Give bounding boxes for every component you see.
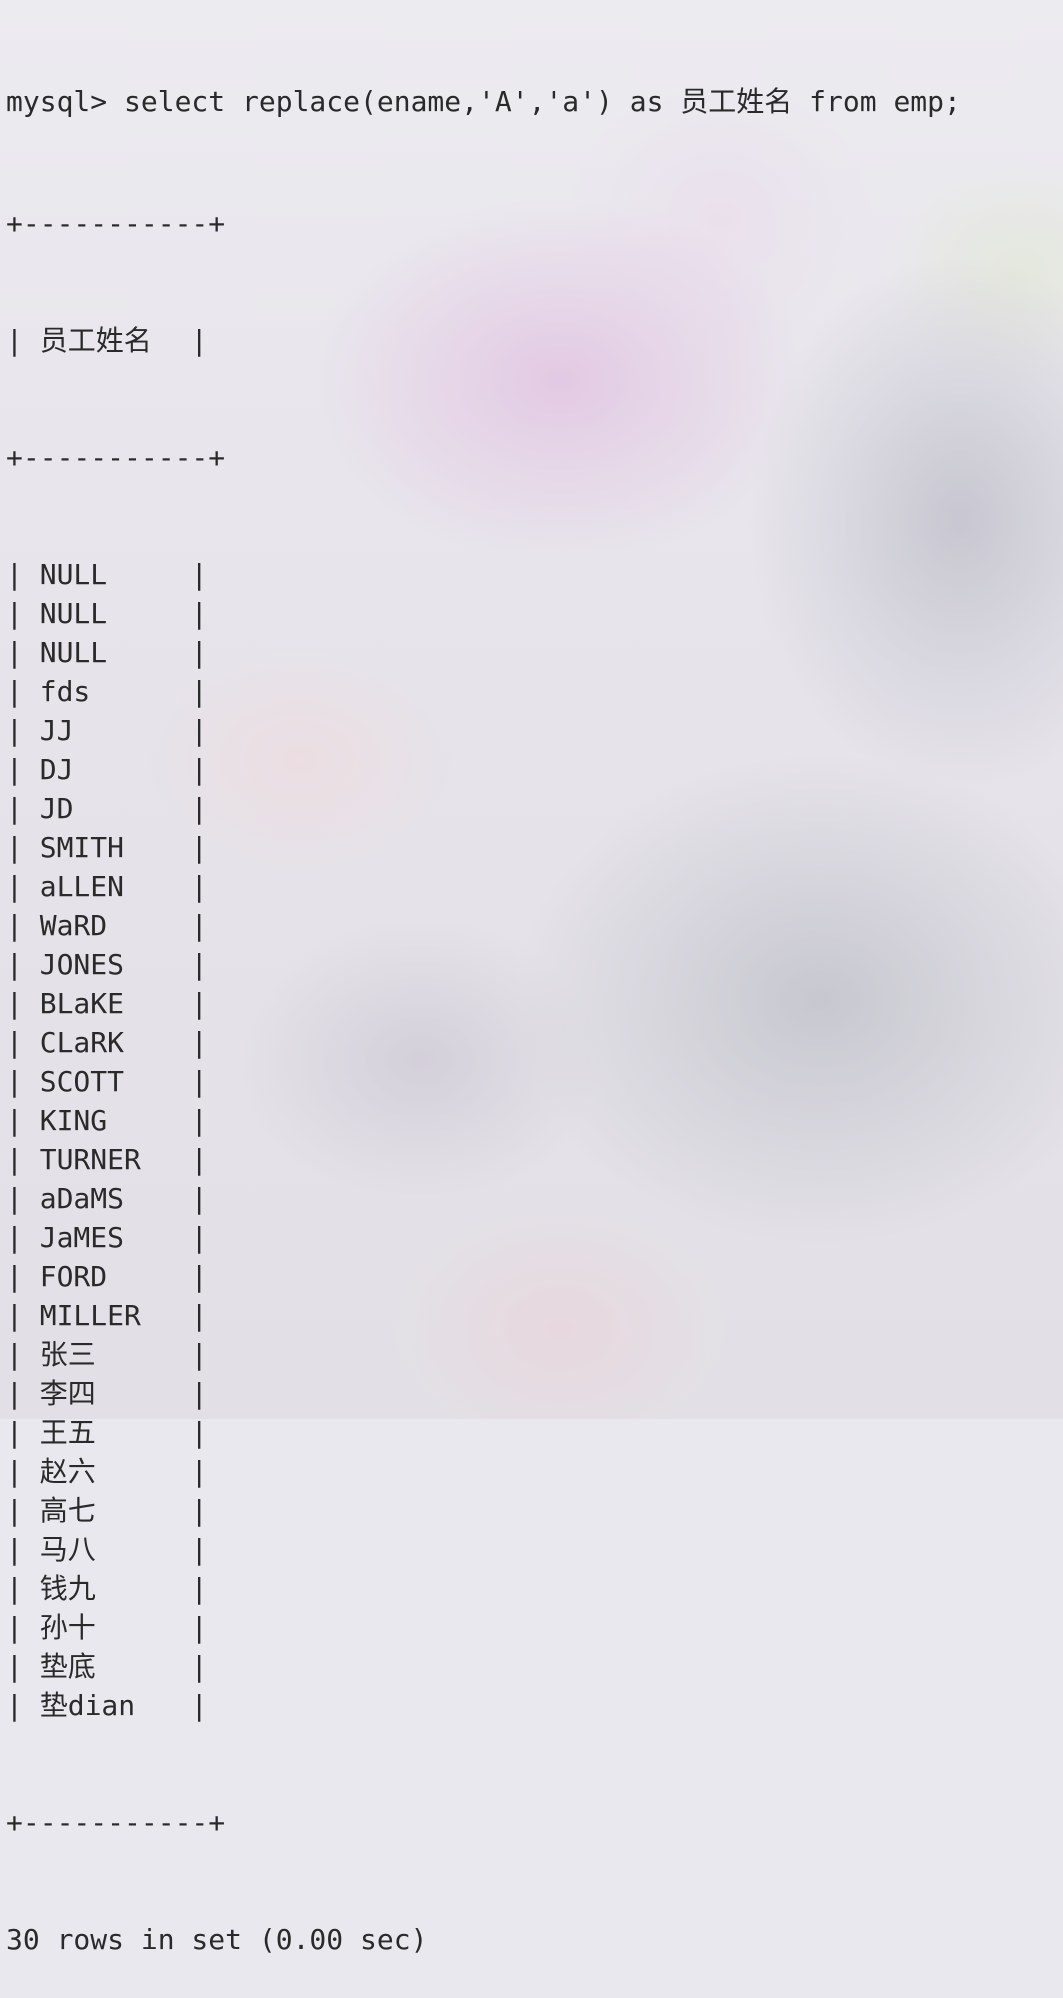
row-value: JJ	[39, 714, 74, 747]
row-value: JONES	[39, 948, 125, 981]
row-value: FORD	[39, 1260, 108, 1293]
table-row: | SCOTT |	[6, 1062, 1063, 1101]
row-value: NULL	[39, 558, 108, 591]
table-row: | 马八 |	[6, 1530, 1063, 1569]
row-value: 赵六	[39, 1455, 96, 1488]
table-row: | KING |	[6, 1101, 1063, 1140]
row-value: MILLER	[39, 1299, 141, 1332]
table-row: | NULL |	[6, 633, 1063, 672]
row-value: aDaMS	[39, 1182, 125, 1215]
table-row: | JJ |	[6, 711, 1063, 750]
row-value: DJ	[39, 753, 74, 786]
table-row: | MILLER |	[6, 1296, 1063, 1335]
table-row: | NULL |	[6, 594, 1063, 633]
table-row: | JD |	[6, 789, 1063, 828]
table-row: | fds |	[6, 672, 1063, 711]
result-rows: | NULL | | NULL | | NULL | | fds | | JJ | | DJ | | J…	[6, 555, 1063, 1725]
row-value: JD	[39, 792, 74, 825]
table-border-mid: +-----------+	[6, 441, 226, 474]
table-row: | JaMES |	[6, 1218, 1063, 1257]
column-header: 员工姓名	[39, 324, 152, 357]
table-row: | 赵六 |	[6, 1452, 1063, 1491]
row-value: SCOTT	[39, 1065, 125, 1098]
row-value: 张三	[39, 1338, 96, 1371]
table-row: | 孙十 |	[6, 1608, 1063, 1647]
table-row: | TURNER |	[6, 1140, 1063, 1179]
row-value: WaRD	[39, 909, 108, 942]
table-row: | DJ |	[6, 750, 1063, 789]
row-value: 李四	[39, 1377, 96, 1410]
result-summary: 30 rows in set (0.00 sec)	[6, 1923, 428, 1956]
table-row: | WaRD |	[6, 906, 1063, 945]
table-row: | 张三 |	[6, 1335, 1063, 1374]
row-value: BLaKE	[39, 987, 125, 1020]
row-value: 垫底	[39, 1650, 96, 1683]
terminal-output[interactable]: mysql> select replace(ename,'A','a') as …	[6, 0, 1063, 1998]
table-row: | 垫底 |	[6, 1647, 1063, 1686]
row-value: fds	[39, 675, 91, 708]
row-value: NULL	[39, 636, 108, 669]
table-border-top: +-----------+	[6, 207, 226, 240]
row-value: JaMES	[39, 1221, 125, 1254]
table-row: | 垫dian |	[6, 1686, 1063, 1725]
table-row: | 李四 |	[6, 1374, 1063, 1413]
table-row: | FORD |	[6, 1257, 1063, 1296]
table-row: | JONES |	[6, 945, 1063, 984]
row-value: 马八	[39, 1533, 96, 1566]
row-value: 钱九	[39, 1572, 96, 1605]
table-border-bottom: +-----------+	[6, 1806, 226, 1839]
table-row: | SMITH |	[6, 828, 1063, 867]
command-line: mysql> select replace(ename,'A','a') as …	[6, 85, 961, 118]
table-row: | BLaKE |	[6, 984, 1063, 1023]
table-row: | 钱九 |	[6, 1569, 1063, 1608]
row-value: KING	[39, 1104, 108, 1137]
row-value: CLaRK	[39, 1026, 125, 1059]
row-value: SMITH	[39, 831, 125, 864]
table-row: | NULL |	[6, 555, 1063, 594]
row-value: 孙十	[39, 1611, 96, 1644]
table-row: | CLaRK |	[6, 1023, 1063, 1062]
row-value: NULL	[39, 597, 108, 630]
row-value: 高七	[39, 1494, 96, 1527]
row-value: 垫dian	[39, 1689, 136, 1722]
table-header-row: | 员工姓名 |	[6, 321, 1063, 360]
row-value: TURNER	[39, 1143, 141, 1176]
row-value: aLLEN	[39, 870, 125, 903]
table-row: | 高七 |	[6, 1491, 1063, 1530]
table-row: | aDaMS |	[6, 1179, 1063, 1218]
table-row: | aLLEN |	[6, 867, 1063, 906]
